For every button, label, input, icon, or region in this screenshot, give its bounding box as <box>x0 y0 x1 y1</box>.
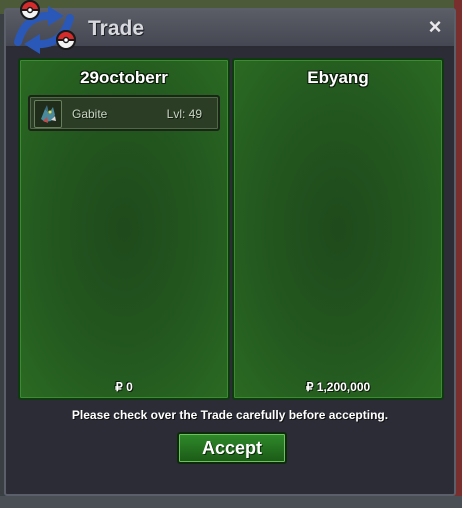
trade-swap-icon <box>14 0 77 54</box>
trade-panel-left: 29octoberr Gabite Lvl: 49 ₽ 0 <box>18 58 230 400</box>
game-background-bottom <box>0 496 462 508</box>
pokemon-sprite-icon <box>34 100 62 128</box>
close-icon[interactable]: × <box>424 16 446 38</box>
left-money-offer: ₽ 0 <box>115 380 133 394</box>
right-player-name: Ebyang <box>307 68 369 87</box>
pokemon-level: Lvl: 49 <box>166 107 202 121</box>
window-title: Trade <box>88 17 145 40</box>
trade-window: Trade × 29octoberr Gabite Lvl: 49 ₽ 0 Eb… <box>4 0 456 496</box>
trade-notice: Please check over the Trade carefully be… <box>71 408 389 422</box>
right-money-offer: ₽ 1,200,000 <box>305 380 371 394</box>
trade-item-row[interactable]: Gabite Lvl: 49 <box>28 95 220 131</box>
accept-button[interactable]: Accept <box>177 432 287 464</box>
pokemon-name: Gabite <box>72 107 108 121</box>
left-player-name: 29octoberr <box>80 68 168 87</box>
trade-panel-right: Ebyang ₽ 1,200,000 <box>232 58 444 400</box>
